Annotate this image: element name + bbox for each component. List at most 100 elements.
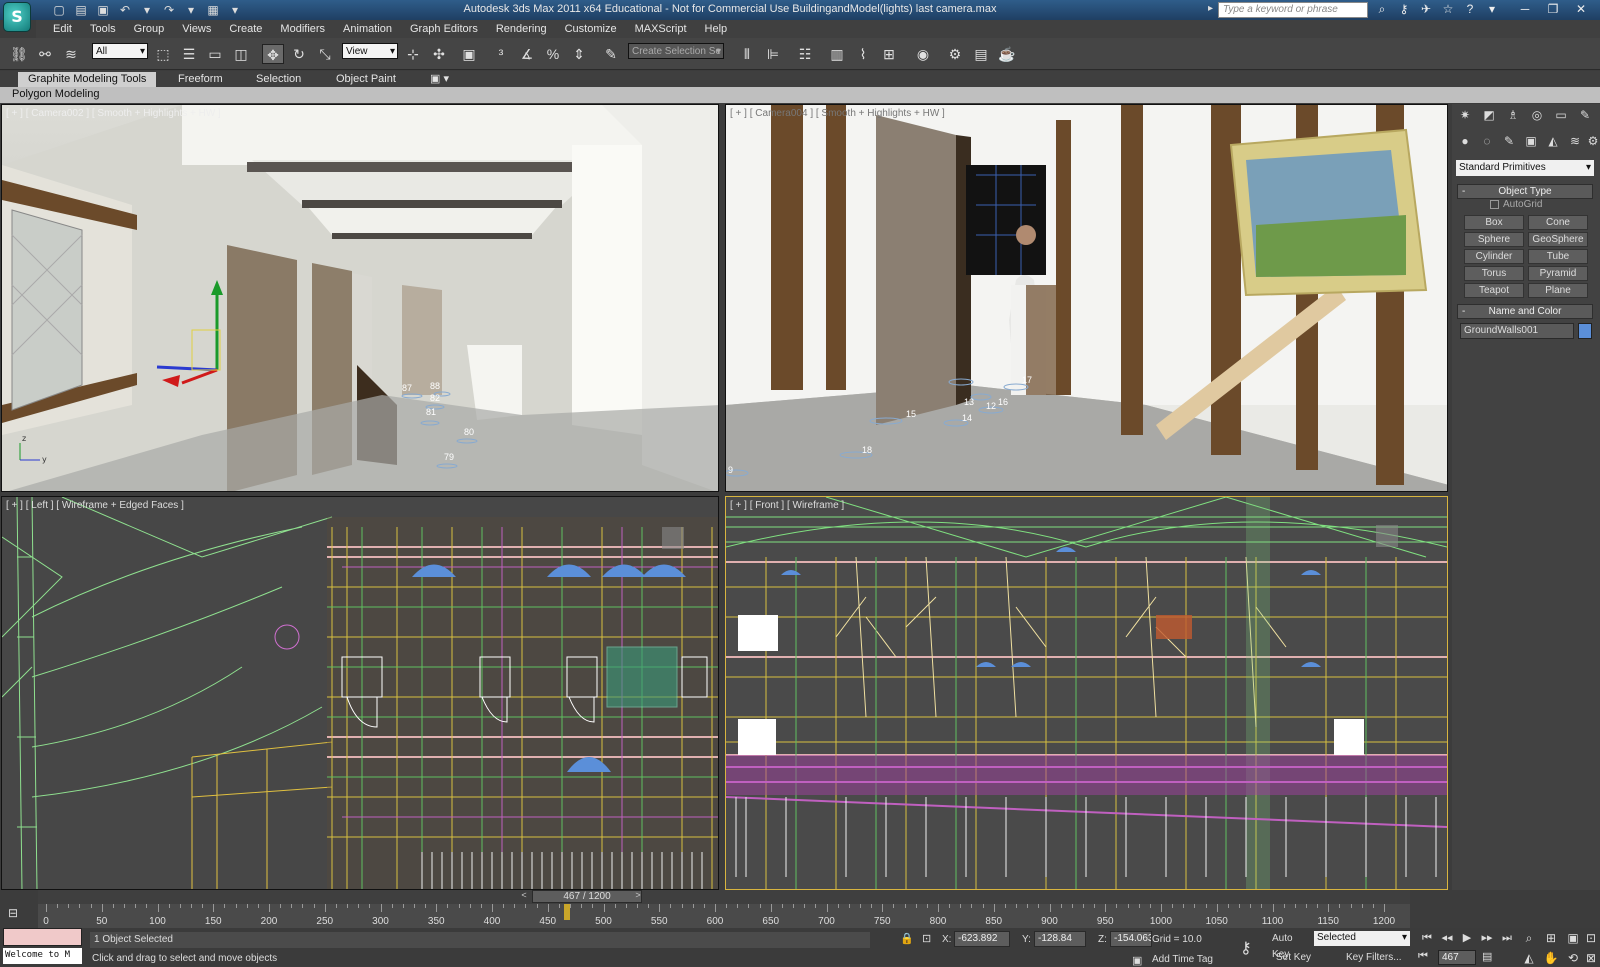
cone-button[interactable]: Cone: [1528, 215, 1588, 230]
key-filters-button[interactable]: Key Filters...: [1346, 950, 1402, 966]
layer-manager-icon[interactable]: ☷: [794, 44, 816, 64]
set-keys-icon[interactable]: ⚷: [1240, 938, 1252, 958]
render-setup-icon[interactable]: ⚙: [944, 44, 966, 64]
curve-editor-icon[interactable]: ⌇: [852, 44, 874, 64]
goto-end-icon[interactable]: ⏭: [1498, 930, 1516, 946]
unlink-icon[interactable]: ⚯: [34, 44, 56, 64]
name-and-color-rollout[interactable]: Name and Color: [1457, 304, 1593, 319]
utilities-tab-icon[interactable]: ✎: [1576, 108, 1594, 124]
autogrid-checkbox[interactable]: AutoGrid: [1490, 199, 1542, 210]
viewport-left[interactable]: [ + ] [ Left ] [ Wireframe + Edged Faces…: [1, 496, 719, 890]
time-slider-next-icon[interactable]: >: [632, 890, 644, 903]
viewport-camera004[interactable]: [ + ] [ Camera004 ] [ Smooth + Highlight…: [725, 104, 1448, 492]
lights-icon[interactable]: ✎: [1500, 134, 1518, 150]
selection-filter-dropdown[interactable]: All: [92, 43, 148, 59]
ribbon-options-icon[interactable]: ▣ ▾: [420, 72, 459, 87]
subscription-key-icon[interactable]: ⚷: [1396, 2, 1412, 17]
schematic-view-icon[interactable]: ⊞: [878, 44, 900, 64]
pyramid-button[interactable]: Pyramid: [1528, 266, 1588, 281]
select-and-move-icon[interactable]: ✥: [262, 44, 284, 64]
add-time-tag[interactable]: Add Time Tag: [1152, 954, 1213, 965]
favorites-star-icon[interactable]: ☆: [1440, 2, 1456, 17]
menu-graph-editors[interactable]: Graph Editors: [401, 20, 487, 38]
field-of-view-icon[interactable]: ◭: [1520, 950, 1538, 966]
qat-customize-icon[interactable]: ▾: [226, 2, 244, 18]
cameras-icon[interactable]: ▣: [1522, 134, 1540, 150]
zoom-all-icon[interactable]: ⊞: [1542, 930, 1560, 946]
selection-lock-icon[interactable]: 🔒: [900, 932, 914, 945]
zoom-icon[interactable]: ⌕: [1520, 930, 1538, 946]
mini-curve-editor-icon[interactable]: ⊟: [8, 906, 18, 920]
undo-icon[interactable]: ↶: [116, 2, 134, 18]
reference-coordinate-dropdown[interactable]: View: [342, 43, 398, 59]
viewport-label[interactable]: [ + ] [ Camera004 ] [ Smooth + Highlight…: [730, 108, 945, 119]
rendered-frame-window-icon[interactable]: ▤: [970, 44, 992, 64]
helpers-icon[interactable]: ◭: [1544, 134, 1562, 150]
edit-named-selection-icon[interactable]: ✎: [600, 44, 622, 64]
snaps-toggle-icon[interactable]: ³: [490, 44, 512, 64]
angle-snap-icon[interactable]: ∡: [516, 44, 538, 64]
hierarchy-tab-icon[interactable]: ♗: [1504, 108, 1522, 124]
align-icon[interactable]: ⊫: [762, 44, 784, 64]
sphere-button[interactable]: Sphere: [1464, 232, 1524, 247]
time-slider[interactable]: [38, 890, 1410, 904]
save-file-icon[interactable]: ▣: [94, 2, 112, 18]
graphite-toggle-icon[interactable]: ▥: [826, 44, 848, 64]
mirror-icon[interactable]: ⫴: [736, 44, 758, 64]
maximize-viewport-icon[interactable]: ⊠: [1582, 950, 1600, 966]
z-coordinate-field[interactable]: -154.063: [1110, 931, 1152, 947]
window-crossing-icon[interactable]: ◫: [230, 44, 252, 64]
frame-readout[interactable]: 467 / 1200: [532, 890, 642, 903]
prev-frame-icon[interactable]: ◂◂: [1438, 930, 1456, 946]
object-name-field[interactable]: GroundWalls001: [1460, 323, 1574, 339]
menu-help[interactable]: Help: [696, 20, 737, 38]
viewport-camera002[interactable]: z y [ + ] [ Camera002 ] [ Smooth + Highl…: [1, 104, 719, 492]
current-time-marker[interactable]: [563, 904, 570, 920]
auto-key-button[interactable]: Auto Key: [1272, 931, 1312, 960]
key-mode-toggle-icon[interactable]: ⏮: [1418, 950, 1428, 963]
viewport-front[interactable]: [ + ] [ Front ] [ Wireframe ]: [725, 496, 1448, 890]
tab-graphite-modeling-tools[interactable]: Graphite Modeling Tools: [18, 72, 157, 87]
restore-icon[interactable]: ❐: [1540, 1, 1566, 18]
select-and-rotate-icon[interactable]: ↻: [288, 44, 310, 64]
set-key-button[interactable]: Set Key: [1276, 950, 1312, 966]
maxscript-output[interactable]: Welcome to M: [3, 948, 82, 964]
time-tag-icon[interactable]: ▣: [1132, 954, 1142, 967]
select-by-name-icon[interactable]: ☰: [178, 44, 200, 64]
named-selection-input[interactable]: Create Selection Se: [628, 43, 724, 59]
geometry-icon[interactable]: ●: [1456, 134, 1474, 150]
material-editor-icon[interactable]: ◉: [912, 44, 934, 64]
cylinder-button[interactable]: Cylinder: [1464, 249, 1524, 264]
object-color-swatch[interactable]: [1578, 323, 1592, 339]
menu-edit[interactable]: Edit: [44, 20, 81, 38]
tab-object-paint[interactable]: Object Paint: [326, 72, 406, 87]
new-file-icon[interactable]: ▢: [50, 2, 68, 18]
select-manipulate-icon[interactable]: ✣: [428, 44, 450, 64]
open-file-icon[interactable]: ▤: [72, 2, 90, 18]
trackbar[interactable]: 0 50 100 150 200 250 300 350 400 450 500 550 600 650 7…: [38, 904, 1410, 928]
y-coordinate-field[interactable]: -128.84: [1034, 931, 1086, 947]
motion-tab-icon[interactable]: ◎: [1528, 108, 1546, 124]
menu-create[interactable]: Create: [220, 20, 271, 38]
transform-mode-icon[interactable]: ⊡: [922, 932, 931, 945]
box-button[interactable]: Box: [1464, 215, 1524, 230]
create-tab-icon[interactable]: ✷: [1456, 108, 1474, 124]
app-logo[interactable]: S: [3, 2, 31, 32]
shapes-icon[interactable]: ◌: [1478, 134, 1496, 150]
tab-freeform[interactable]: Freeform: [168, 72, 233, 87]
search-input[interactable]: Type a keyword or phrase: [1218, 2, 1368, 18]
menu-animation[interactable]: Animation: [334, 20, 401, 38]
viewport-label[interactable]: [ + ] [ Camera002 ] [ Smooth + Highlight…: [6, 108, 221, 119]
zoom-extents-all-icon[interactable]: ⊡: [1582, 930, 1600, 946]
render-production-icon[interactable]: ☕: [996, 44, 1018, 64]
rectangular-selection-icon[interactable]: ▭: [204, 44, 226, 64]
spinner-snap-icon[interactable]: ⇕: [568, 44, 590, 64]
help-icon[interactable]: ?: [1462, 2, 1478, 17]
viewport-label[interactable]: [ + ] [ Front ] [ Wireframe ]: [730, 500, 844, 511]
communication-center-icon[interactable]: ✈: [1418, 2, 1434, 17]
pivot-center-icon[interactable]: ⊹: [402, 44, 424, 64]
x-coordinate-field[interactable]: -623.892: [954, 931, 1010, 947]
play-icon[interactable]: ▶: [1458, 930, 1476, 946]
object-type-rollout[interactable]: Object Type: [1457, 184, 1593, 199]
pan-view-icon[interactable]: ✋: [1542, 950, 1560, 966]
